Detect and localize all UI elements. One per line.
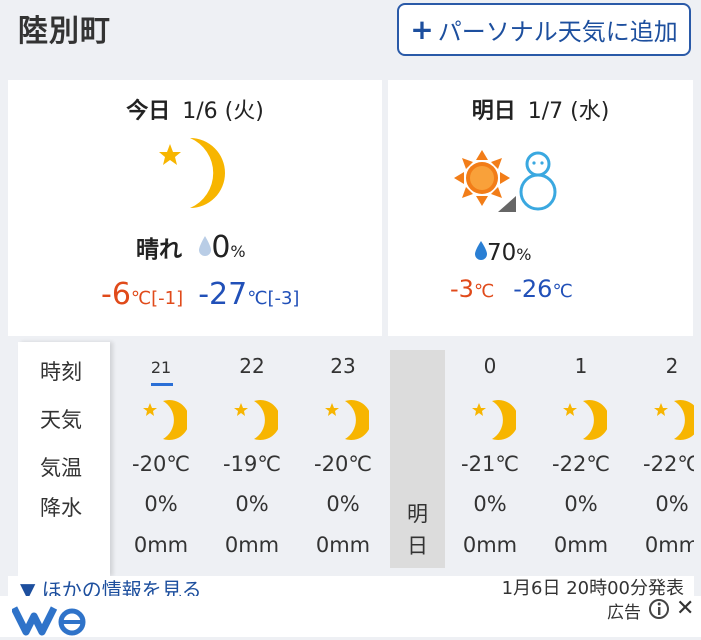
tomorrow-high: -3 bbox=[450, 275, 474, 303]
hour-mm: 0mm bbox=[553, 533, 609, 557]
moon-star-icon bbox=[472, 398, 519, 446]
today-title: 今日 1/6 (火) bbox=[8, 93, 382, 125]
add-button-label: パーソナル天気に追加 bbox=[437, 18, 678, 46]
hour-temp: -20℃ bbox=[314, 452, 372, 476]
today-forecast-card: 今日 1/6 (火) 晴れ 0% -6℃[-1] -27℃[-3] bbox=[8, 80, 382, 336]
tomorrow-low: -26 bbox=[513, 275, 553, 303]
moon-star-icon bbox=[159, 138, 225, 208]
tomorrow-temps: -3℃ -26℃ bbox=[450, 275, 573, 303]
row-label-weather: 天気 bbox=[40, 408, 82, 432]
hour-column: 23 -20℃ 0% 0mm bbox=[298, 336, 388, 576]
tomorrow-precip-value: 70 bbox=[487, 240, 517, 266]
hour-column: 0 -21℃ 0% 0mm bbox=[445, 336, 535, 576]
next-day-divider: 明 日 bbox=[390, 350, 445, 568]
plus-icon: + bbox=[410, 13, 434, 46]
sun-then-snow-icon bbox=[454, 150, 557, 212]
next-day-divider-label-1: 明 bbox=[407, 502, 428, 526]
close-icon[interactable]: ✕ bbox=[676, 596, 694, 621]
tomorrow-high-unit: ℃ bbox=[473, 281, 495, 302]
current-hour-marker bbox=[151, 383, 173, 386]
today-high: -6 bbox=[101, 277, 131, 312]
town-name: 陸別町 bbox=[18, 14, 111, 49]
hour-precip: 0% bbox=[144, 492, 178, 516]
advertiser-logo[interactable] bbox=[10, 602, 92, 640]
today-condition-row: 晴れ 0% bbox=[136, 230, 246, 265]
hourly-forecast-table[interactable]: 21 -20℃ 0% 0mm 22 -19℃ 0% 0mm 23 -20℃ 0%… bbox=[8, 336, 694, 576]
ad-banner[interactable]: 広告 ✕ bbox=[0, 596, 701, 637]
more-info-link[interactable]: ▼ ほかの情報を見る bbox=[20, 576, 202, 596]
raindrop-icon bbox=[475, 240, 487, 264]
today-precip-value: 0 bbox=[211, 230, 231, 265]
ad-tag: 広告 bbox=[607, 603, 641, 623]
tomorrow-precip: 70% bbox=[475, 240, 531, 266]
add-personal-weather-button[interactable]: + パーソナル天気に追加 bbox=[397, 3, 691, 56]
row-label-time: 時刻 bbox=[40, 360, 82, 384]
today-condition: 晴れ bbox=[136, 237, 182, 263]
tomorrow-title: 明日 1/7 (水) bbox=[388, 93, 693, 125]
hour-precip: 0% bbox=[326, 492, 360, 516]
hour-column: 2 -22℃ 0% 0mm bbox=[627, 336, 694, 576]
hour-temp: -22℃ bbox=[643, 452, 694, 476]
hour-precip: 0% bbox=[235, 492, 269, 516]
moon-star-icon bbox=[143, 398, 190, 446]
hour-precip: 0% bbox=[473, 492, 507, 516]
today-high-diff: [-1] bbox=[151, 288, 184, 309]
moon-star-icon bbox=[654, 398, 694, 446]
hour-time: 2 bbox=[665, 354, 679, 378]
tomorrow-forecast-card: 明日 1/7 (水) 70% -3℃ -26℃ bbox=[388, 80, 693, 336]
hour-mm: 0mm bbox=[315, 533, 371, 557]
hour-time: 22 bbox=[239, 354, 265, 378]
hour-temp: -21℃ bbox=[461, 452, 519, 476]
today-temps: -6℃[-1] -27℃[-3] bbox=[101, 277, 299, 312]
row-label-precip: 降水 bbox=[40, 496, 82, 520]
tomorrow-low-unit: ℃ bbox=[552, 281, 573, 302]
hour-column: 1 -22℃ 0% 0mm bbox=[536, 336, 626, 576]
tomorrow-date: 1/7 (水) bbox=[527, 99, 610, 124]
hour-mm: 0mm bbox=[133, 533, 189, 557]
today-label: 今日 bbox=[126, 99, 171, 124]
row-label-temp: 気温 bbox=[40, 456, 82, 480]
today-low-diff: [-3] bbox=[267, 288, 300, 309]
hour-precip: 0% bbox=[564, 492, 598, 516]
issued-time: 1月6日 20時00分発表 bbox=[501, 578, 684, 596]
today-low: -27 bbox=[198, 277, 248, 312]
today-date: 1/6 (火) bbox=[182, 99, 264, 124]
forecast-footer: ▼ ほかの情報を見る 1月6日 20時00分発表 bbox=[8, 576, 694, 596]
hour-column: 22 -19℃ 0% 0mm bbox=[207, 336, 297, 576]
raindrop-icon bbox=[199, 235, 212, 263]
hour-time: 21 bbox=[150, 358, 172, 377]
row-labels: 時刻 天気 気温 降水 bbox=[18, 342, 110, 576]
moon-star-icon bbox=[325, 398, 372, 446]
tomorrow-precip-unit: % bbox=[516, 245, 532, 264]
hour-temp: -19℃ bbox=[223, 452, 281, 476]
hour-mm: 0mm bbox=[224, 533, 280, 557]
hour-precip: 0% bbox=[655, 492, 689, 516]
today-high-unit: ℃ bbox=[130, 288, 152, 309]
hour-time: 0 bbox=[483, 354, 497, 378]
today-precip-unit: % bbox=[230, 242, 246, 261]
hour-temp: -22℃ bbox=[552, 452, 610, 476]
hour-time: 23 bbox=[330, 354, 356, 378]
hour-mm: 0mm bbox=[644, 533, 694, 557]
moon-star-icon bbox=[234, 398, 281, 446]
info-icon[interactable] bbox=[648, 598, 670, 624]
moon-star-icon bbox=[563, 398, 610, 446]
today-low-unit: ℃ bbox=[247, 288, 268, 309]
hour-temp: -20℃ bbox=[132, 452, 190, 476]
tomorrow-label: 明日 bbox=[471, 99, 516, 124]
page-header: 陸別町 + パーソナル天気に追加 bbox=[0, 0, 701, 64]
hour-mm: 0mm bbox=[462, 533, 518, 557]
hour-time: 1 bbox=[574, 354, 588, 378]
next-day-divider-label-2: 日 bbox=[407, 534, 428, 558]
hour-column: 21 -20℃ 0% 0mm bbox=[116, 336, 206, 576]
